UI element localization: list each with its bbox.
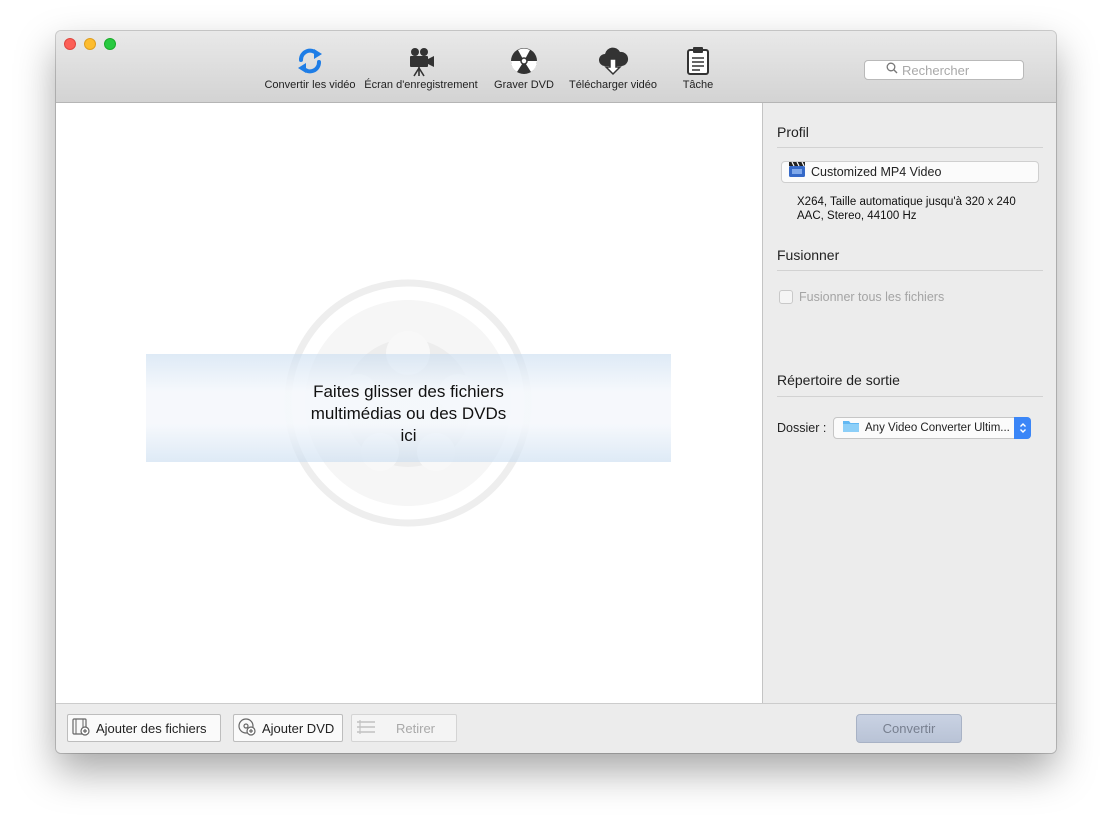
app-window: Convertir les vidéo Écran d'enregistreme… <box>56 31 1056 753</box>
remove-label: Retirer <box>396 720 436 736</box>
settings-panel: Profil Customized MP4 Video X264, Taille… <box>763 103 1056 703</box>
merge-all-option[interactable]: Fusionner tous les fichiers <box>779 290 944 304</box>
movie-camera-icon <box>364 46 478 80</box>
add-files-label: Ajouter des fichiers <box>96 720 207 736</box>
folder-icon <box>842 419 860 438</box>
search-icon <box>886 61 898 79</box>
search-field[interactable] <box>864 60 1024 80</box>
drop-text-line: ici <box>400 426 417 445</box>
profile-value: Customized MP4 Video <box>811 165 942 179</box>
tool-task[interactable]: Tâche <box>676 46 720 91</box>
merge-section-title: Fusionner <box>777 247 840 263</box>
minimize-window-button[interactable] <box>84 38 96 50</box>
tool-burn-dvd[interactable]: Graver DVD <box>492 46 556 91</box>
clapperboard-icon <box>788 161 806 183</box>
tool-label: Tâche <box>682 79 714 91</box>
remove-button[interactable]: Retirer <box>351 714 457 742</box>
burn-disc-icon <box>492 46 556 80</box>
tool-label: Convertir les vidéo <box>264 79 356 91</box>
zoom-window-button[interactable] <box>104 38 116 50</box>
drop-instructions: Faites glisser des fichiers multimédias … <box>286 381 531 447</box>
divider <box>777 396 1043 397</box>
drop-zone[interactable]: Faites glisser des fichiers multimédias … <box>56 103 763 703</box>
folder-label: Dossier : <box>777 421 827 435</box>
remove-list-icon <box>356 719 376 738</box>
toolbar: Convertir les vidéo Écran d'enregistreme… <box>56 31 1056 103</box>
divider <box>777 147 1043 148</box>
tool-label: Écran d'enregistrement <box>364 79 478 91</box>
merge-all-checkbox[interactable] <box>779 290 793 304</box>
output-section-title: Répertoire de sortie <box>777 372 900 388</box>
film-add-icon <box>72 717 90 739</box>
output-folder-value: Any Video Converter Ultim... <box>865 422 1010 434</box>
tool-label: Télécharger vidéo <box>568 79 658 91</box>
disc-add-icon <box>238 717 256 739</box>
tool-label: Graver DVD <box>494 79 554 91</box>
chevron-updown-icon[interactable] <box>1014 417 1031 439</box>
merge-all-label: Fusionner tous les fichiers <box>799 290 945 304</box>
output-folder-select[interactable]: Any Video Converter Ultim... <box>833 417 1031 439</box>
bottom-bar: Ajouter des fichiers Ajouter DVD Retirer… <box>56 703 1056 753</box>
clipboard-icon <box>676 46 720 80</box>
add-dvd-label: Ajouter DVD <box>262 720 335 736</box>
search-input[interactable] <box>898 62 1002 78</box>
profile-video-desc: X264, Taille automatique jusqu'à 320 x 2… <box>797 196 1016 208</box>
tool-screen-record[interactable]: Écran d'enregistrement <box>364 46 478 91</box>
add-dvd-button[interactable]: Ajouter DVD <box>233 714 343 742</box>
convert-button[interactable]: Convertir <box>856 714 962 743</box>
drop-text-line: multimédias ou des DVDs <box>310 404 507 423</box>
profile-audio-desc: AAC, Stereo, 44100 Hz <box>797 210 917 222</box>
add-files-button[interactable]: Ajouter des fichiers <box>67 714 221 742</box>
tool-convert-video[interactable]: Convertir les vidéo <box>264 46 356 91</box>
drop-text-line: Faites glisser des fichiers <box>313 382 504 401</box>
close-window-button[interactable] <box>64 38 76 50</box>
profile-selector[interactable]: Customized MP4 Video <box>781 161 1039 183</box>
convert-icon <box>264 46 356 80</box>
divider <box>777 270 1043 271</box>
profile-section-title: Profil <box>777 124 809 140</box>
cloud-download-icon <box>566 46 660 80</box>
tool-download-video[interactable]: Télécharger vidéo <box>566 46 660 91</box>
